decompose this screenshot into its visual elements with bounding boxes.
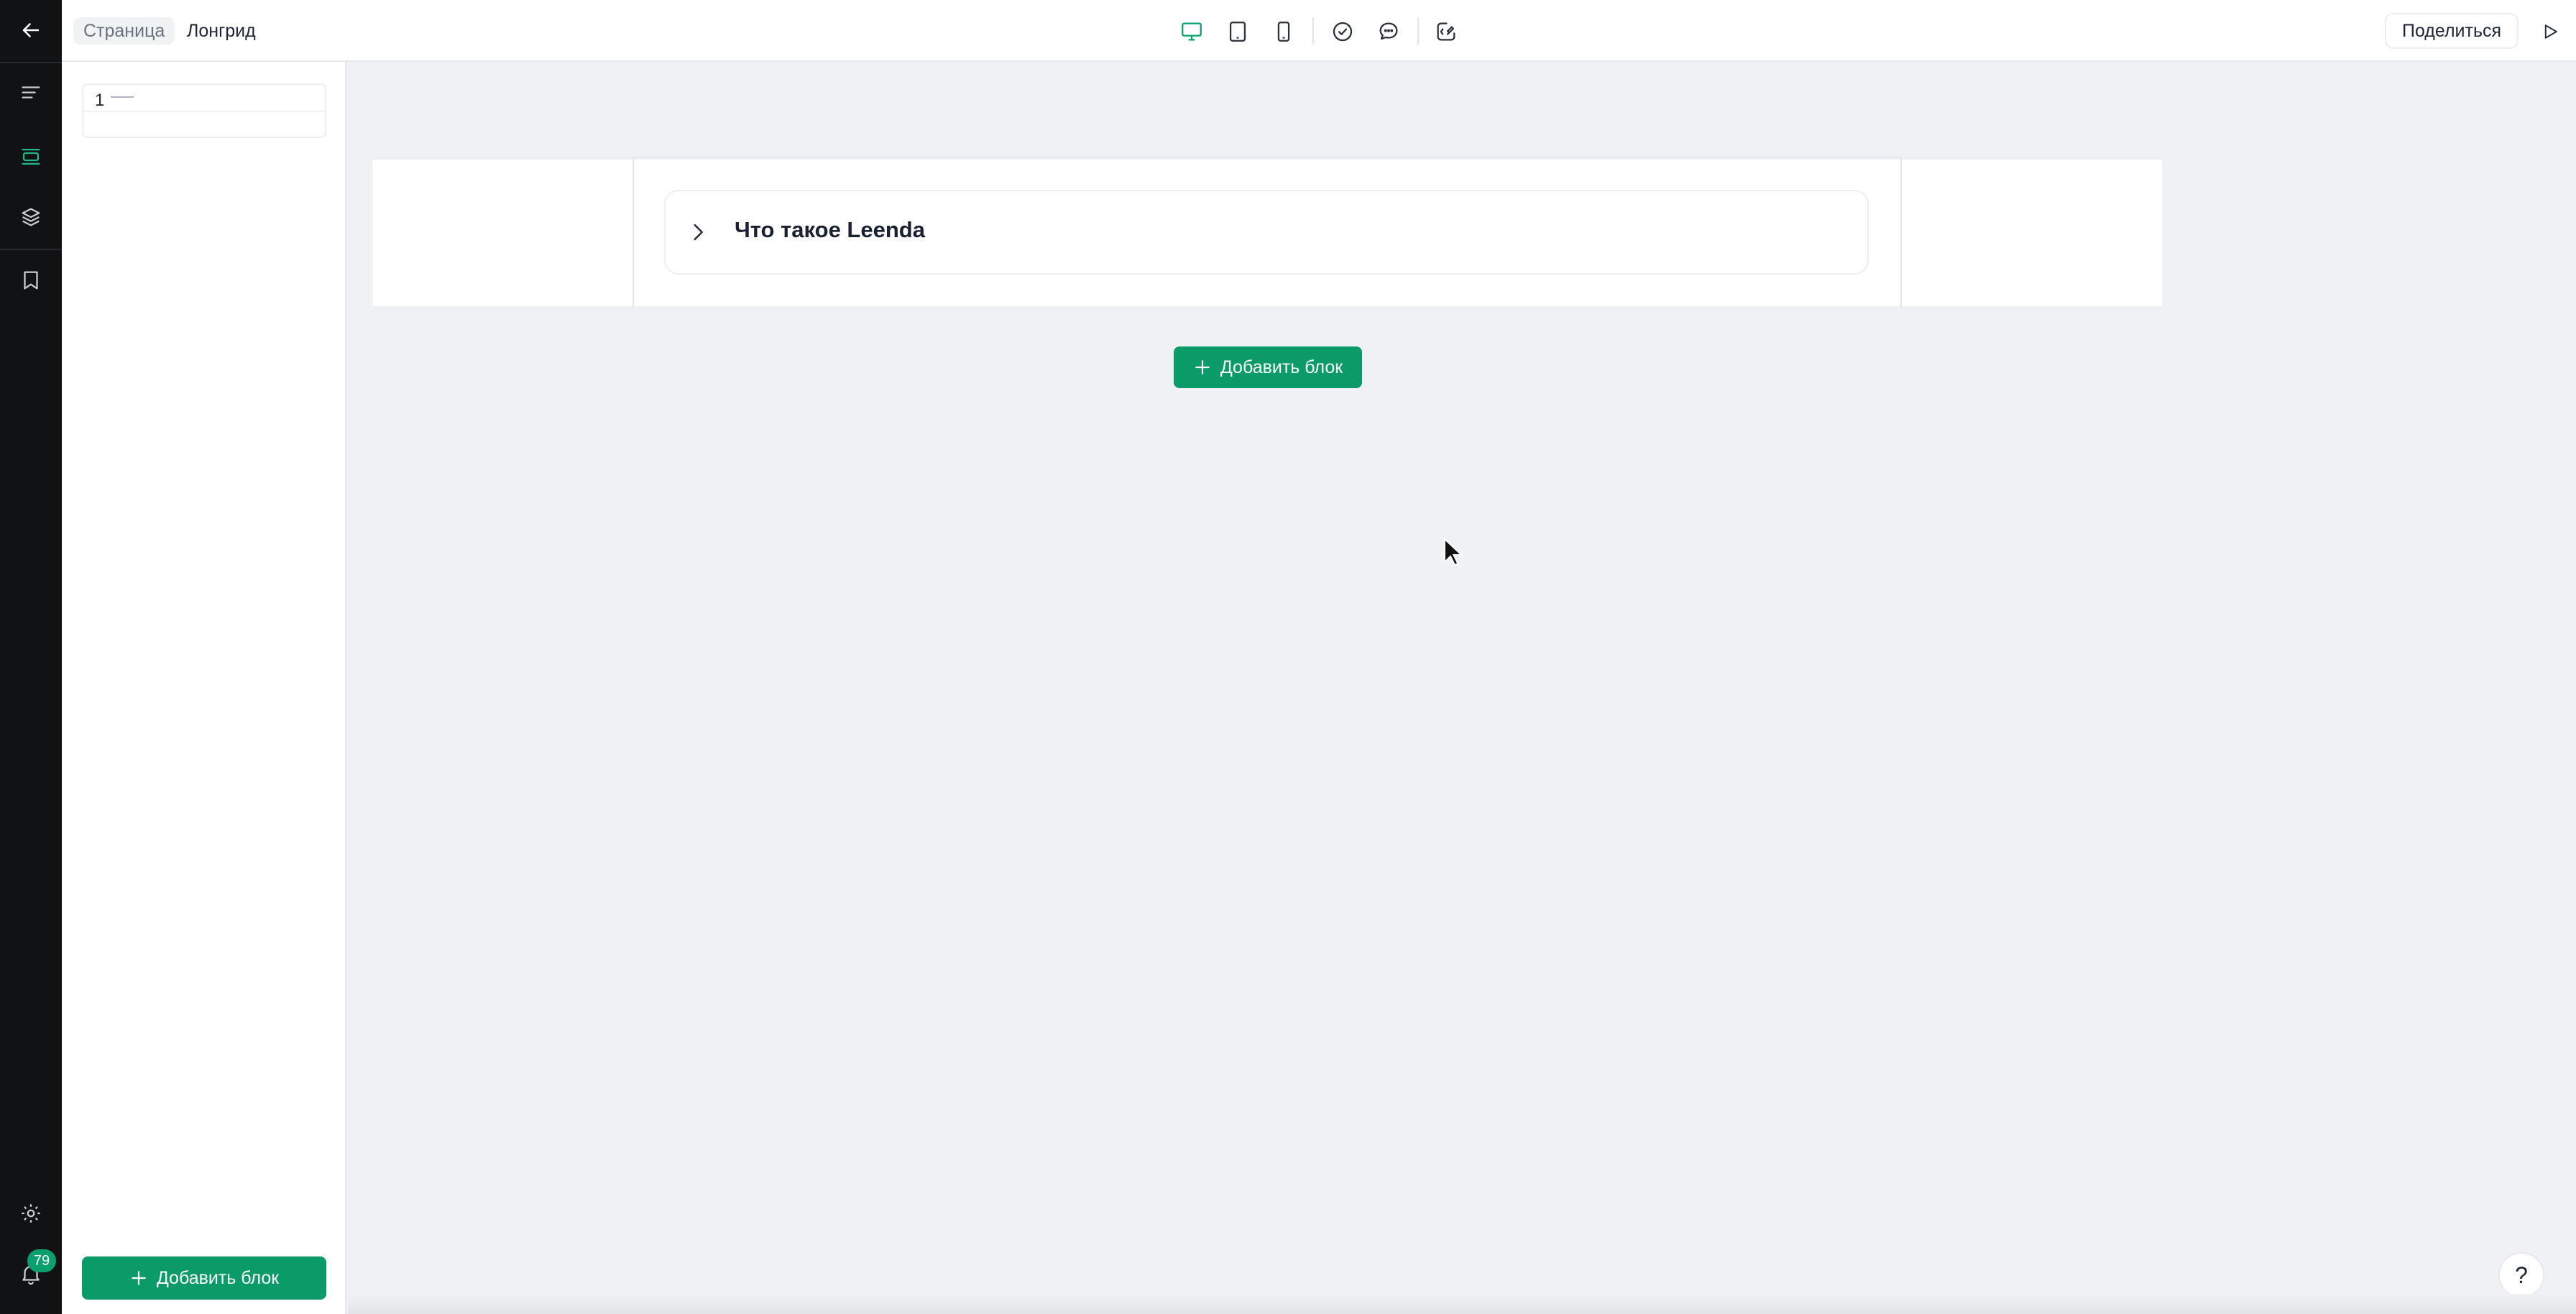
panel-add-block-button[interactable]: Добавить блок	[82, 1256, 326, 1300]
desktop-icon	[1182, 22, 1202, 41]
check-button[interactable]	[1327, 16, 1358, 47]
back-arrow-icon	[22, 23, 40, 37]
rail-structure-button[interactable]	[0, 65, 62, 122]
blocks-panel: 1 —— Добавить блок	[62, 62, 346, 1314]
help-button[interactable]: ?	[2498, 1252, 2544, 1298]
rail-divider	[0, 249, 62, 250]
left-rail: 79	[0, 0, 62, 1314]
toolbar-divider	[1417, 17, 1419, 45]
rail-settings-button[interactable]	[0, 1185, 62, 1242]
blocks-icon	[22, 148, 40, 165]
ai-edit-button[interactable]	[1430, 16, 1462, 47]
block-number: 1	[95, 91, 105, 110]
faq-accordion[interactable]: Что такое Leenda	[664, 190, 1869, 275]
preview-button[interactable]	[2534, 16, 2566, 47]
canvas-add-block-button[interactable]: Добавить блок	[1174, 346, 1362, 388]
mouse-cursor-icon	[1444, 538, 1462, 566]
top-header: Страница Лонгрид Поделиться	[62, 0, 2576, 62]
desktop-view-button[interactable]	[1176, 16, 1208, 47]
play-icon	[2544, 24, 2557, 39]
layers-icon	[22, 208, 40, 226]
bookmark-icon	[24, 271, 38, 290]
mobile-view-button[interactable]	[1268, 16, 1300, 47]
toolbar-divider	[1312, 17, 1314, 45]
share-button[interactable]: Поделиться	[2385, 13, 2518, 49]
tablet-view-button[interactable]	[1222, 16, 1254, 47]
back-button[interactable]	[0, 1, 62, 59]
accordion-title[interactable]: Что такое Leenda	[735, 217, 925, 243]
rail-blocks-button[interactable]	[0, 128, 62, 185]
chevron-right-icon[interactable]	[686, 220, 710, 244]
rail-bookmarks-button[interactable]	[0, 252, 62, 309]
tablet-icon	[1229, 22, 1246, 42]
comment-icon	[1379, 22, 1398, 40]
notification-badge: 79	[27, 1249, 56, 1272]
block-list-item[interactable]: 1 ——	[82, 83, 326, 138]
menu-icon	[22, 86, 40, 98]
settings-icon	[22, 1204, 40, 1223]
check-circle-icon	[1333, 22, 1353, 42]
rail-layers-button[interactable]	[0, 188, 62, 246]
add-block-label: Добавить блок	[156, 1267, 280, 1288]
breadcrumb-current: Лонгрид	[187, 21, 256, 41]
breadcrumb-page[interactable]: Страница	[73, 17, 175, 45]
comments-button[interactable]	[1373, 16, 1404, 47]
horizontal-scrollbar[interactable]	[348, 1294, 2576, 1314]
mobile-icon	[1277, 22, 1290, 42]
add-block-label: Добавить блок	[1220, 357, 1343, 377]
plus-icon	[1195, 360, 1210, 375]
block-divider	[83, 111, 325, 112]
rail-divider	[0, 62, 62, 63]
ai-edit-icon	[1437, 22, 1455, 41]
plus-icon	[132, 1271, 146, 1285]
block-title: ——	[111, 91, 134, 103]
